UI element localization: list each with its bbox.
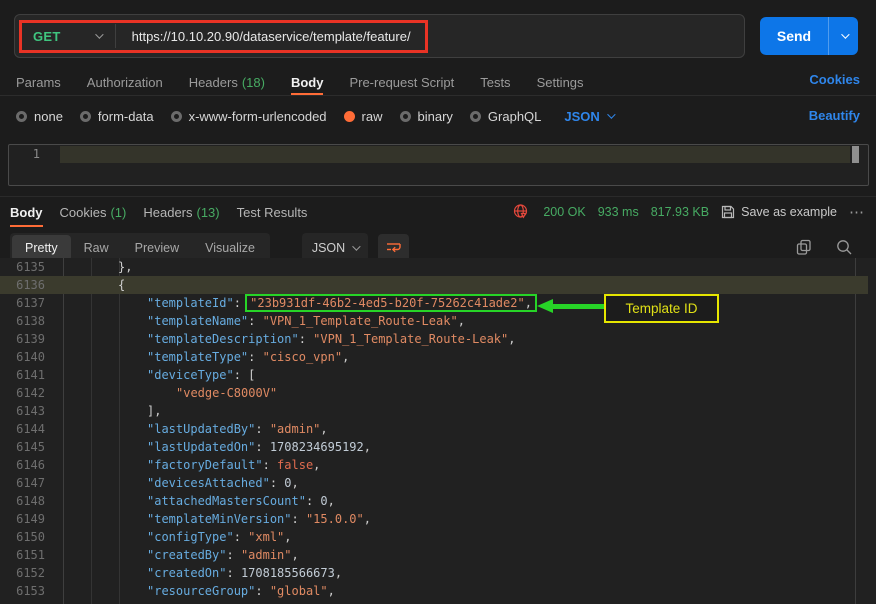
code-line: 6149 "templateMinVersion": "15.0.0", — [0, 510, 868, 528]
code-line: 6139 "templateDescription": "VPN_1_Templ… — [0, 330, 868, 348]
headers-count: (18) — [242, 75, 265, 90]
radio-icon — [80, 111, 91, 122]
editor-line-number: 1 — [0, 146, 40, 163]
wrap-line-icon — [386, 241, 402, 255]
green-arrow-shaft — [551, 304, 604, 309]
method-select[interactable]: GET — [15, 29, 115, 44]
body-type-select[interactable]: JSON — [564, 109, 612, 124]
search-response-button[interactable] — [835, 238, 853, 256]
cookies-link[interactable]: Cookies — [809, 72, 860, 87]
url-bar: GET https://10.10.20.90/dataservice/temp… — [14, 14, 745, 58]
tab-tests[interactable]: Tests — [480, 70, 510, 95]
mode-binary[interactable]: binary — [400, 109, 453, 124]
headers-count: (13) — [197, 205, 220, 220]
copy-response-button[interactable] — [795, 238, 813, 256]
radio-selected-icon — [344, 111, 355, 122]
template-id-annotation-label: Template ID — [604, 294, 719, 323]
mode-none[interactable]: none — [16, 109, 63, 124]
editor-active-line[interactable] — [60, 146, 850, 163]
code-line: 6138 "templateName": "VPN_1_Template_Rou… — [0, 312, 868, 330]
code-line: 6150 "configType": "xml", — [0, 528, 868, 546]
radio-icon — [470, 111, 481, 122]
code-line: 6152 "createdOn": 1708185566673, — [0, 564, 868, 582]
chevron-down-icon — [841, 30, 849, 38]
postman-window: GET https://10.10.20.90/dataservice/temp… — [0, 0, 876, 604]
tab-authorization[interactable]: Authorization — [87, 70, 163, 95]
send-options-button[interactable] — [828, 17, 858, 55]
radio-icon — [16, 111, 27, 122]
code-line: 6148 "attachedMastersCount": 0, — [0, 492, 868, 510]
code-line: 6142 "vedge-C8000V" — [0, 384, 868, 402]
send-button-label[interactable]: Send — [760, 17, 828, 55]
code-line: 6140 "templateType": "cisco_vpn", — [0, 348, 868, 366]
response-meta: 200 OK 933 ms 817.93 KB Save as example … — [512, 196, 865, 227]
code-line-highlighted: 6136 { — [0, 276, 868, 294]
body-mode-row: none form-data x-www-form-urlencoded raw… — [0, 100, 876, 132]
editor-scrollbar-thumb[interactable] — [852, 146, 859, 163]
search-icon — [835, 238, 853, 256]
response-tab-cookies[interactable]: Cookies(1) — [60, 197, 127, 227]
beautify-link[interactable]: Beautify — [809, 108, 860, 123]
code-line: 6146 "factoryDefault": false, — [0, 456, 868, 474]
response-tab-body[interactable]: Body — [10, 197, 43, 227]
code-line: 6143 ], — [0, 402, 868, 420]
status-code[interactable]: 200 OK — [543, 205, 585, 219]
tab-pre-request-script[interactable]: Pre-request Script — [349, 70, 454, 95]
code-line: 6153 "resourceGroup": "global", — [0, 582, 868, 600]
cookies-count: (1) — [110, 205, 126, 220]
code-line: 6135 }, — [0, 258, 868, 276]
mode-form-data[interactable]: form-data — [80, 109, 154, 124]
tab-headers[interactable]: Headers(18) — [189, 70, 265, 95]
url-input[interactable]: https://10.10.20.90/dataservice/template… — [132, 29, 411, 44]
code-line: 6141 "deviceType": [ — [0, 366, 868, 384]
send-button[interactable]: Send — [760, 17, 858, 55]
tab-body[interactable]: Body — [291, 70, 324, 95]
code-line: 6145 "lastUpdatedOn": 1708234695192, — [0, 438, 868, 456]
tab-settings[interactable]: Settings — [537, 70, 584, 95]
chevron-down-icon — [607, 110, 615, 118]
save-icon — [721, 205, 735, 219]
response-tab-headers[interactable]: Headers(13) — [143, 197, 219, 227]
radio-icon — [171, 111, 182, 122]
code-line: 6147 "devicesAttached": 0, — [0, 474, 868, 492]
mode-graphql[interactable]: GraphQL — [470, 109, 541, 124]
chevron-down-icon — [95, 30, 103, 38]
copy-icon — [795, 238, 813, 256]
divider — [115, 24, 116, 48]
code-line: 6144 "lastUpdatedBy": "admin", — [0, 420, 868, 438]
network-error-icon[interactable] — [512, 203, 529, 220]
request-tabs: Params Authorization Headers(18) Body Pr… — [0, 70, 876, 96]
code-line-templateid: 6137 "templateId": "23b931df-46b2-4ed5-b… — [0, 294, 868, 312]
response-size[interactable]: 817.93 KB — [651, 205, 709, 219]
radio-icon — [400, 111, 411, 122]
code-line: 6151 "createdBy": "admin", — [0, 546, 868, 564]
method-label: GET — [33, 29, 61, 44]
mode-x-www-form-urlencoded[interactable]: x-www-form-urlencoded — [171, 109, 327, 124]
chevron-down-icon — [352, 242, 360, 250]
mode-raw[interactable]: raw — [344, 109, 383, 124]
response-body-viewer[interactable]: 6135 }, 6136 { 6137 "templateId": "23b93… — [0, 258, 876, 604]
code-rows: 6135 }, 6136 { 6137 "templateId": "23b93… — [0, 258, 868, 600]
templateid-highlight-box: "23b931df-46b2-4ed5-b20f-75262c41ade2", — [245, 294, 537, 312]
save-as-example-button[interactable]: Save as example — [721, 205, 837, 219]
response-tab-test-results[interactable]: Test Results — [237, 197, 308, 227]
response-time[interactable]: 933 ms — [598, 205, 639, 219]
more-actions-button[interactable]: ⋯ — [849, 203, 865, 221]
tab-params[interactable]: Params — [16, 70, 61, 95]
